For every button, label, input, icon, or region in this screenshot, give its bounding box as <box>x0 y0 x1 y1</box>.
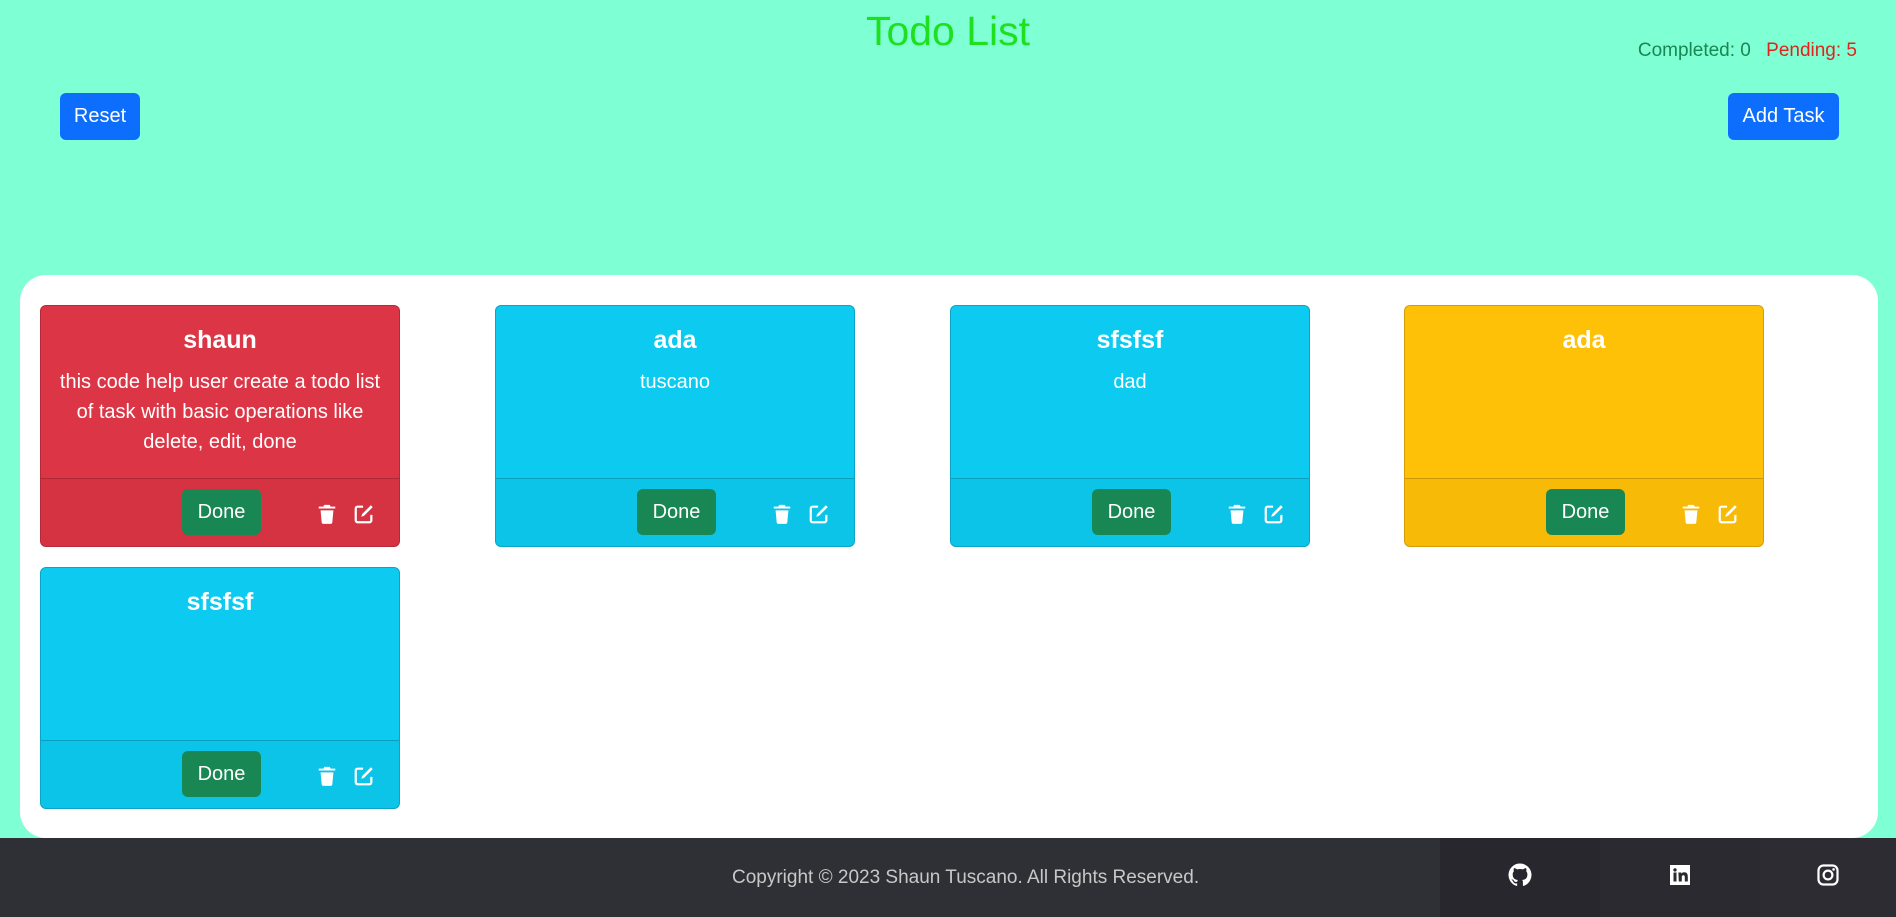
task-card-body: ada <box>1405 306 1763 478</box>
done-button[interactable]: Done <box>1092 489 1171 535</box>
trash-icon[interactable] <box>771 503 793 525</box>
task-title: shaun <box>183 326 257 354</box>
task-card-body: sfsfsf dad <box>951 306 1309 478</box>
github-link[interactable] <box>1440 838 1600 917</box>
task-card-body: shaun this code help user create a todo … <box>41 306 399 478</box>
task-card-footer: Done <box>951 478 1309 546</box>
copyright-text: Copyright © 2023 Shaun Tuscano. All Righ… <box>732 867 1200 888</box>
trash-icon[interactable] <box>316 765 338 787</box>
done-button[interactable]: Done <box>1546 489 1625 535</box>
trash-icon[interactable] <box>1680 503 1702 525</box>
task-card: ada tuscano Done <box>495 305 855 547</box>
task-card: sfsfsf dad Done <box>950 305 1310 547</box>
pending-count: Pending: 5 <box>1766 40 1857 61</box>
done-button[interactable]: Done <box>182 489 261 535</box>
task-card-footer: Done <box>496 478 854 546</box>
instagram-link[interactable] <box>1760 838 1896 917</box>
task-card: sfsfsf Done <box>40 567 400 809</box>
edit-icon[interactable] <box>808 503 830 525</box>
task-description: tuscano <box>639 371 711 393</box>
task-card-body: sfsfsf <box>41 568 399 740</box>
task-description: this code help user create a todo list o… <box>59 371 381 453</box>
task-card: ada Done <box>1404 305 1764 547</box>
add-task-button[interactable]: Add Task <box>1728 93 1839 140</box>
trash-icon[interactable] <box>1226 503 1248 525</box>
task-title: ada <box>1562 326 1606 354</box>
linkedin-link[interactable] <box>1600 838 1760 917</box>
trash-icon[interactable] <box>316 503 338 525</box>
task-stats: Completed: 0 Pending: 5 <box>1638 40 1857 62</box>
reset-button[interactable]: Reset <box>60 93 140 140</box>
page-footer: Copyright © 2023 Shaun Tuscano. All Righ… <box>0 838 1896 917</box>
task-title: ada <box>653 326 697 354</box>
task-description: dad <box>1113 371 1147 393</box>
edit-icon[interactable] <box>1717 503 1739 525</box>
task-title: sfsfsf <box>186 588 254 616</box>
edit-icon[interactable] <box>353 503 375 525</box>
edit-icon[interactable] <box>353 765 375 787</box>
completed-count: Completed: 0 <box>1637 40 1751 61</box>
done-button[interactable]: Done <box>182 751 261 797</box>
github-icon <box>1508 863 1532 892</box>
task-card: shaun this code help user create a todo … <box>40 305 400 547</box>
task-card-body: ada tuscano <box>496 306 854 478</box>
page-title: Todo List <box>865 8 1031 54</box>
done-button[interactable]: Done <box>637 489 716 535</box>
task-card-footer: Done <box>41 478 399 546</box>
instagram-icon <box>1816 863 1840 892</box>
edit-icon[interactable] <box>1263 503 1285 525</box>
task-board: shaun this code help user create a todo … <box>20 275 1878 838</box>
task-card-footer: Done <box>41 740 399 808</box>
task-card-footer: Done <box>1405 478 1763 546</box>
linkedin-icon <box>1668 863 1692 892</box>
task-title: sfsfsf <box>1096 326 1164 354</box>
